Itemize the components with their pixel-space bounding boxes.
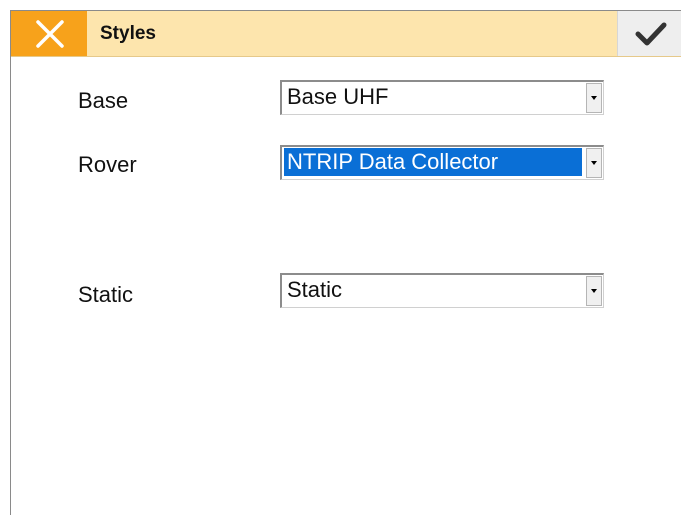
close-button[interactable]: [11, 11, 87, 56]
title-bar: Styles: [11, 11, 681, 57]
base-select[interactable]: Base UHF: [280, 80, 604, 115]
static-label: Static: [78, 282, 134, 307]
rover-select-value: NTRIP Data Collector: [284, 148, 582, 176]
static-select[interactable]: Static: [280, 273, 604, 308]
page-title: Styles: [100, 23, 156, 44]
chevron-down-icon: [591, 96, 597, 100]
base-select-value: Base UHF: [287, 84, 389, 109]
checkmark-icon: [635, 22, 667, 46]
rover-select[interactable]: NTRIP Data Collector: [280, 145, 604, 180]
close-x-icon: [36, 20, 64, 48]
base-dropdown-button[interactable]: [586, 83, 602, 113]
base-label: Base: [78, 88, 129, 113]
chevron-down-icon: [591, 289, 597, 293]
static-dropdown-button[interactable]: [586, 276, 602, 306]
chevron-down-icon: [591, 161, 597, 165]
rover-label: Rover: [78, 152, 137, 177]
confirm-button[interactable]: [617, 11, 681, 56]
styles-dialog: Styles Base Base UHF Rover NTRIP Data Co…: [10, 10, 681, 515]
static-select-value: Static: [287, 277, 343, 302]
rover-dropdown-button[interactable]: [586, 148, 602, 178]
